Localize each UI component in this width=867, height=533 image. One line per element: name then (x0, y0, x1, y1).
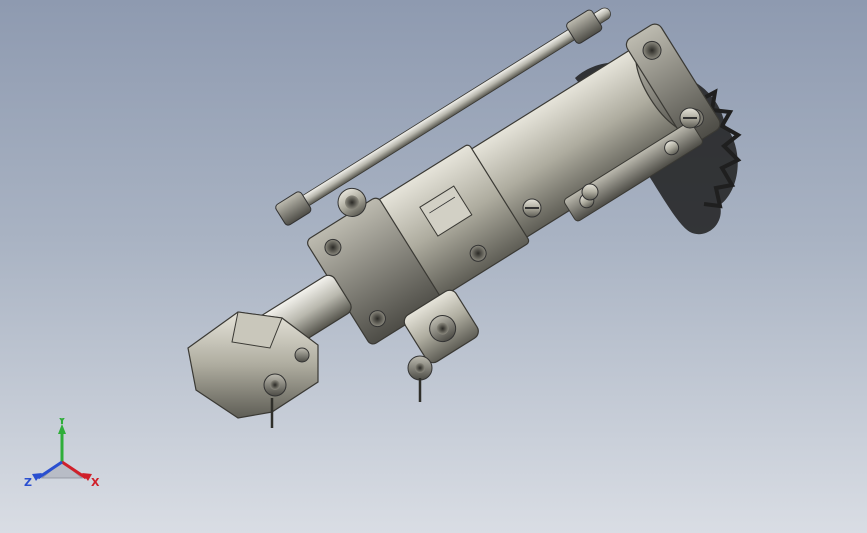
mount-pin[interactable] (407, 355, 433, 402)
coordinate-triad: Y X Z (24, 418, 100, 489)
x-axis-label: X (91, 476, 100, 489)
y-axis-label: Y (57, 418, 67, 427)
cad-model[interactable] (0, 0, 867, 533)
z-axis-label: Z (24, 476, 32, 489)
3d-viewport[interactable]: Y X Z (0, 0, 867, 533)
